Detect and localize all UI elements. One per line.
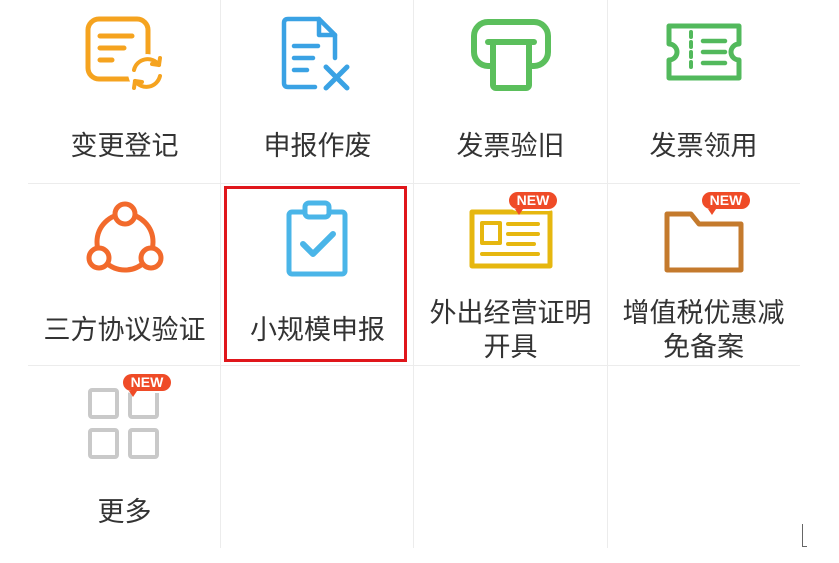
tile-label: 申报作废 bbox=[263, 131, 372, 162]
tile-vat-exemption-filing[interactable]: NEW 增值税优惠减 免备案 bbox=[607, 184, 800, 366]
tile-label: 变更登记 bbox=[70, 131, 179, 162]
document-cancel-icon bbox=[281, 16, 350, 91]
new-badge: NEW bbox=[121, 372, 173, 397]
tile-label: 发票领用 bbox=[649, 131, 758, 162]
tile-invoice-collection[interactable]: 发票领用 bbox=[607, 0, 800, 182]
tile-small-scale-declaration[interactable]: 小规模申报 bbox=[221, 184, 414, 366]
clipboard-check-icon bbox=[286, 200, 348, 277]
text-caret-mark bbox=[802, 524, 803, 547]
new-badge: NEW bbox=[507, 190, 559, 215]
tile-more[interactable]: NEW 更多 bbox=[28, 366, 221, 548]
share-icon bbox=[86, 201, 164, 273]
printer-icon bbox=[471, 19, 551, 91]
text-caret-mark bbox=[802, 546, 807, 547]
document-refresh-icon bbox=[85, 16, 166, 92]
tile-label: 增值税优惠减 免备案 bbox=[622, 298, 785, 363]
tile-declaration-void[interactable]: 申报作废 bbox=[221, 0, 414, 182]
tile-change-registration[interactable]: 变更登记 bbox=[28, 0, 221, 182]
new-badge: NEW bbox=[700, 190, 752, 215]
tile-label: 小规模申报 bbox=[250, 315, 385, 346]
tile-outbound-business-certificate[interactable]: NEW 外出经营证明 开具 bbox=[414, 184, 607, 366]
tile-label: 发票验旧 bbox=[456, 131, 565, 162]
tile-label: 更多 bbox=[97, 497, 152, 528]
service-grid-screen: 变更登记 申报作废 发票验旧 发票领用 三方协议验证 小规模申报 NEW 外出经… bbox=[0, 0, 839, 563]
tile-invoice-verification[interactable]: 发票验旧 bbox=[414, 0, 607, 182]
tile-tripartite-agreement-verify[interactable]: 三方协议验证 bbox=[28, 184, 221, 366]
tile-label: 三方协议验证 bbox=[43, 315, 206, 346]
tile-label: 外出经营证明 开具 bbox=[429, 298, 592, 363]
ticket-icon bbox=[666, 23, 742, 81]
